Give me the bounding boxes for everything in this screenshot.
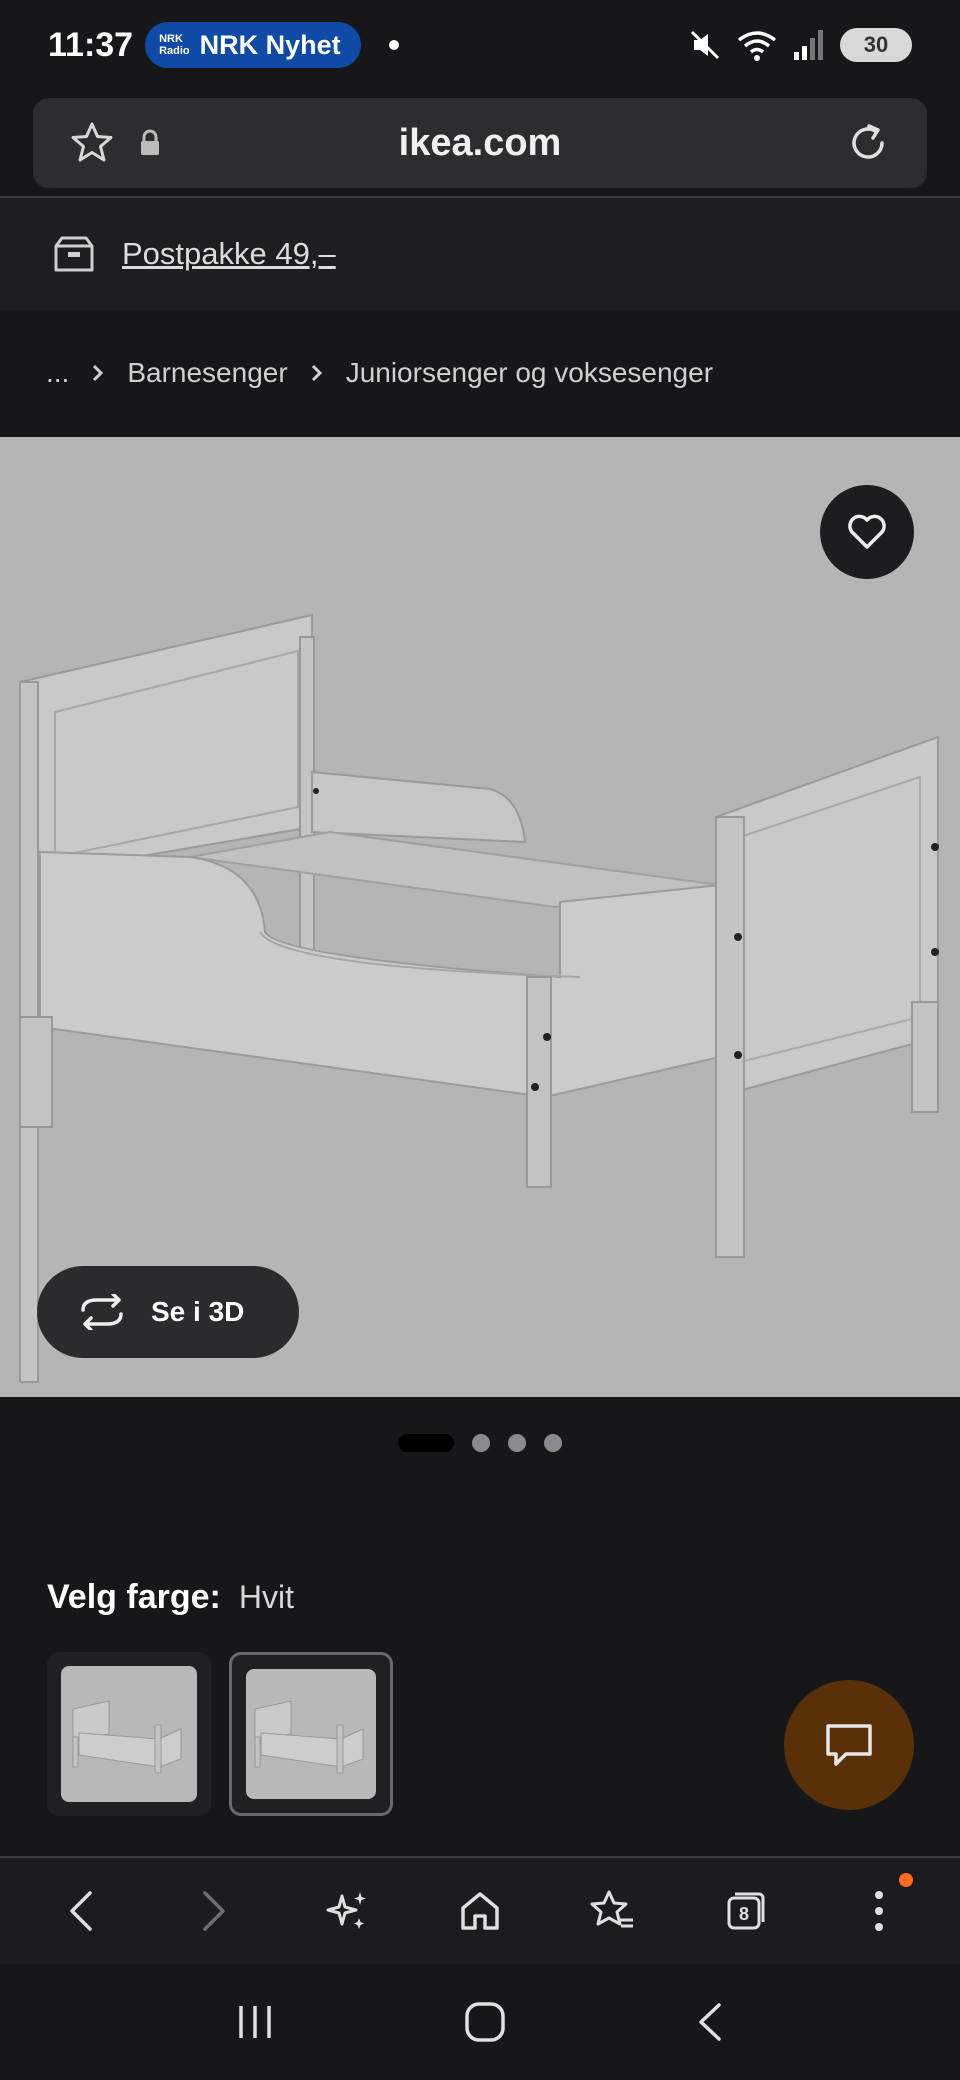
heart-icon — [848, 514, 886, 549]
product-bed-image — [19, 613, 939, 1383]
back-button[interactable] — [41, 1871, 121, 1951]
menu-button[interactable] — [839, 1871, 919, 1951]
product-image-carousel[interactable]: Se i 3D — [0, 437, 960, 1397]
rotate-3d-icon — [81, 1294, 123, 1330]
reload-icon[interactable] — [845, 120, 891, 166]
back-nav-icon[interactable] — [695, 2001, 725, 2043]
bookmarks-icon — [590, 1890, 634, 1928]
ai-sparkle-icon — [326, 1892, 366, 1929]
breadcrumb: ... Barnesenger Juniorsenger og voksesen… — [0, 310, 960, 436]
mute-icon — [690, 30, 720, 60]
home-icon — [461, 1892, 499, 1930]
url-text[interactable]: ikea.com — [33, 122, 927, 165]
nrk-notification-pill[interactable]: NRK Radio NRK Nyhet — [145, 22, 361, 68]
lock-icon — [141, 129, 159, 155]
forward-icon — [202, 1891, 225, 1931]
tabs-icon: 8 — [727, 1892, 765, 1930]
system-navigation-bar — [0, 1964, 960, 2080]
shipping-promo-link[interactable]: Postpakke 49,– — [122, 236, 336, 272]
ai-assistant-button[interactable] — [307, 1871, 387, 1951]
address-bar[interactable]: ikea.com — [33, 98, 927, 188]
tab-count: 8 — [739, 1904, 749, 1924]
chat-button[interactable] — [784, 1680, 914, 1810]
signal-icon — [794, 30, 823, 60]
color-select-value: Hvit — [238, 1579, 294, 1615]
pagination-indicator-active[interactable] — [398, 1434, 454, 1452]
breadcrumb-item-barnesenger[interactable]: Barnesenger — [127, 357, 287, 389]
bookmarks-button[interactable] — [573, 1871, 653, 1951]
favorite-button[interactable] — [820, 485, 914, 579]
color-select-row: Velg farge: Hvit — [47, 1578, 294, 1617]
chevron-right-icon — [311, 364, 322, 382]
back-icon — [69, 1891, 92, 1931]
home-nav-icon[interactable] — [464, 2001, 506, 2043]
chat-bubble-icon — [826, 1724, 872, 1766]
status-icons: 30 — [688, 28, 912, 62]
color-swatch-selected[interactable] — [229, 1652, 393, 1816]
pagination-dot[interactable] — [472, 1434, 490, 1452]
bookmark-star-icon[interactable] — [69, 120, 115, 166]
swatch-bed-thumbnail — [246, 1669, 376, 1799]
notification-dot — [388, 40, 399, 50]
breadcrumb-item-juniorsenger[interactable]: Juniorsenger og voksesenger — [346, 357, 713, 389]
menu-notification-dot — [899, 1873, 914, 1887]
carousel-pagination — [0, 1434, 960, 1452]
battery-icon: 30 — [840, 28, 912, 62]
menu-icon — [875, 1891, 884, 1931]
delivery-box-icon — [54, 236, 94, 272]
chevron-right-icon — [93, 364, 104, 382]
browser-toolbar: 8 — [0, 1858, 960, 1964]
pagination-dot[interactable] — [508, 1434, 526, 1452]
shipping-promo[interactable]: Postpakke 49,– — [0, 198, 960, 310]
status-bar: 11:37 NRK Radio NRK Nyhet 30 — [0, 0, 960, 90]
forward-button[interactable] — [174, 1871, 254, 1951]
recent-apps-icon[interactable] — [235, 2004, 275, 2040]
color-select-label: Velg farge: — [47, 1578, 221, 1616]
view-3d-label: Se i 3D — [151, 1296, 245, 1327]
status-time: 11:37 — [48, 25, 134, 64]
color-swatch[interactable] — [47, 1652, 211, 1816]
swatch-bed-thumbnail — [61, 1666, 197, 1802]
tabs-button[interactable]: 8 — [706, 1871, 786, 1951]
nrk-notification-text: NRK Nyhet — [199, 29, 341, 60]
home-button[interactable] — [440, 1871, 520, 1951]
wifi-icon — [737, 31, 777, 61]
view-3d-button[interactable]: Se i 3D — [37, 1266, 299, 1358]
breadcrumb-ellipsis[interactable]: ... — [46, 357, 69, 389]
nrk-logo-icon: NRK Radio — [159, 33, 190, 57]
pagination-dot[interactable] — [544, 1434, 562, 1452]
